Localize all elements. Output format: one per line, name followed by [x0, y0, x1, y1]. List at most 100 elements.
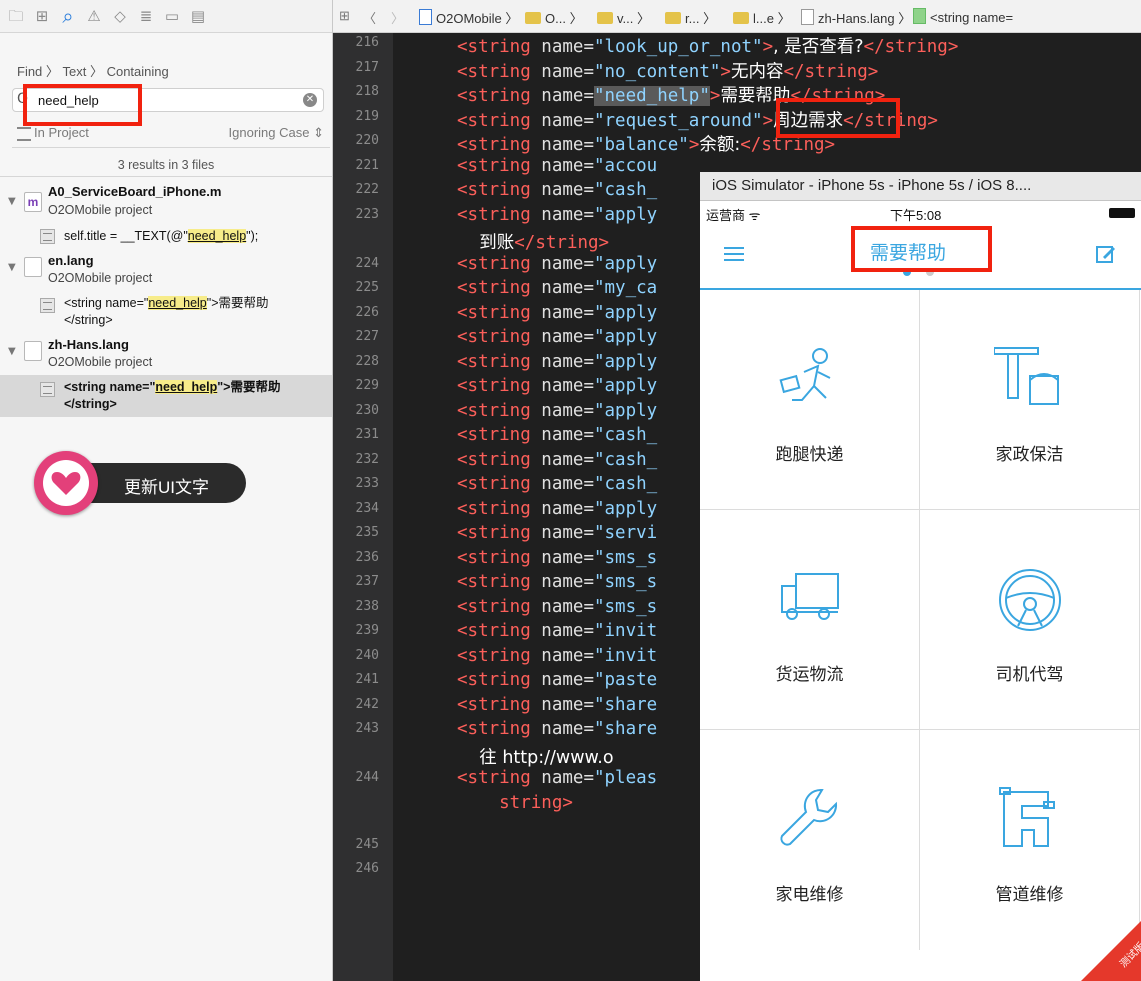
code-token-text: 往 http://www.o — [457, 747, 614, 768]
code-line[interactable]: <string name="apply — [457, 205, 657, 225]
code-line[interactable]: 往 http://www.o — [457, 744, 614, 769]
service-housekeeping[interactable]: 家政保洁 — [920, 290, 1140, 510]
simulator-title-bar[interactable]: iOS Simulator - iPhone 5s - iPhone 5s / … — [700, 172, 1141, 201]
jump-item-project[interactable]: O2OMobile 〉 — [419, 8, 518, 27]
code-token-attr: name= — [530, 278, 594, 298]
code-line[interactable]: <string name="apply — [457, 303, 657, 323]
service-appliance-repair[interactable]: 家电维修 — [700, 730, 920, 950]
clear-icon[interactable]: ✕ — [303, 93, 317, 107]
line-icon — [40, 229, 55, 244]
breakpoint-icon[interactable]: ▭ — [162, 6, 182, 26]
code-line[interactable]: 到账</string> — [457, 229, 609, 254]
result-file-name[interactable]: en.lang — [48, 253, 94, 268]
code-line[interactable]: <string name="apply — [457, 254, 657, 274]
code-token-text: 到账 — [457, 233, 515, 253]
line-number: 228 — [355, 353, 379, 369]
back-icon[interactable]: 〈 — [363, 8, 376, 27]
result-project: O2OMobile project — [48, 271, 153, 285]
code-token-open: <string — [457, 351, 531, 372]
code-line[interactable]: <string name="apply — [457, 327, 657, 347]
code-line[interactable]: <string name="apply — [457, 401, 657, 421]
disclosure-triangle-icon[interactable]: ▼ — [8, 262, 16, 273]
search-icon[interactable]: ⌕ — [58, 6, 78, 26]
code-token-val: "need_help" — [593, 86, 710, 106]
jump-item-group[interactable]: v... 〉 — [597, 8, 650, 27]
service-driver[interactable]: 司机代驾 — [920, 510, 1140, 730]
code-token-val: "apply — [593, 498, 658, 519]
service-errand[interactable]: 跑腿快递 — [700, 290, 920, 510]
symbol-navigator-icon[interactable]: ⊞ — [32, 6, 52, 26]
forward-icon[interactable]: 〉 — [391, 8, 404, 27]
code-line[interactable]: <string name="cash_ — [457, 474, 657, 494]
code-token-open: <string — [457, 253, 531, 274]
jump-item-symbol[interactable]: <string name= — [913, 8, 1013, 25]
code-token-attr: name= — [530, 449, 594, 470]
warning-icon[interactable]: ⚠ — [84, 6, 104, 26]
code-line[interactable]: <string name="sms_s — [457, 548, 657, 568]
code-line[interactable]: <string name="apply — [457, 499, 657, 519]
update-ui-text-button[interactable]: 更新UI文字 — [34, 451, 246, 515]
service-plumbing[interactable]: 管道维修 — [920, 730, 1140, 950]
battery-icon — [1109, 208, 1135, 218]
result-file-name[interactable]: A0_ServiceBoard_iPhone.m — [48, 184, 221, 199]
code-line[interactable]: <string name="accou — [457, 156, 657, 176]
line-number: 223 — [355, 206, 379, 222]
result-match[interactable]: self.title = __TEXT(@"need_help"); — [64, 228, 258, 245]
jump-item-group[interactable]: O... 〉 — [525, 8, 583, 27]
code-line[interactable]: string> — [457, 793, 573, 813]
find-breadcrumb[interactable]: Find 〉 Text 〉 Containing — [17, 61, 169, 80]
code-line[interactable]: <string name="no_content">无内容</string> — [457, 58, 878, 83]
code-token-open: <string — [457, 498, 531, 519]
steering-wheel-icon — [999, 569, 1061, 631]
code-line[interactable]: <string name="paste — [457, 670, 657, 690]
folder-icon[interactable]: 🗀 — [6, 6, 26, 26]
code-line[interactable]: <string name="apply — [457, 376, 657, 396]
code-line[interactable]: <string name="pleas — [457, 768, 657, 788]
jump-item-file[interactable]: zh-Hans.lang 〉 — [801, 8, 911, 27]
result-match[interactable]: <string name="need_help">需要帮助 </string> — [64, 379, 280, 413]
code-line[interactable]: <string name="invit — [457, 646, 657, 666]
case-option[interactable]: Ignoring Case ⇕ — [229, 125, 324, 141]
debug-icon[interactable]: ≣ — [136, 6, 156, 26]
jump-item-group[interactable]: r... 〉 — [665, 8, 716, 27]
code-token-close: </string> — [783, 61, 879, 82]
code-line[interactable]: <string name="cash_ — [457, 450, 657, 470]
line-number: 230 — [355, 402, 379, 418]
scope-option[interactable]: In Project — [17, 125, 89, 141]
code-line[interactable]: <string name="my_ca — [457, 278, 657, 298]
code-token-open: <string — [457, 694, 531, 715]
disclosure-triangle-icon[interactable]: ▼ — [8, 196, 16, 207]
code-line[interactable]: <string name="share — [457, 695, 657, 715]
code-token-val: "my_ca — [593, 278, 658, 298]
test-icon[interactable]: ◇ — [110, 6, 130, 26]
jump-item-group[interactable]: l...e 〉 — [733, 8, 791, 27]
log-icon[interactable]: ▤ — [188, 6, 208, 26]
line-icon — [40, 382, 55, 397]
code-line[interactable]: <string name="invit — [457, 621, 657, 641]
code-line[interactable]: <string name="sms_s — [457, 597, 657, 617]
result-match[interactable]: <string name="need_help">需要帮助 </string> — [64, 295, 269, 329]
code-line[interactable]: <string name="cash_ — [457, 425, 657, 445]
find-navigator: 🗀 ⊞ ⌕ ⚠ ◇ ≣ ▭ ▤ Find 〉 Text 〉 Containing… — [0, 0, 333, 981]
service-freight[interactable]: 货运物流 — [700, 510, 920, 730]
code-token-val: "apply — [593, 400, 658, 421]
result-file-name[interactable]: zh-Hans.lang — [48, 337, 129, 352]
result-project: O2OMobile project — [48, 203, 153, 217]
code-line[interactable]: <string name="sms_s — [457, 572, 657, 592]
code-line[interactable]: <string name="share — [457, 719, 657, 739]
code-token-val: "servi — [593, 523, 658, 543]
code-line[interactable]: <string name="cash_ — [457, 180, 657, 200]
disclosure-triangle-icon[interactable]: ▼ — [8, 346, 16, 357]
code-token-attr: name= — [530, 253, 594, 274]
function-icon — [913, 8, 926, 24]
code-line[interactable]: <string name="look_up_or_not">, 是否查看?</s… — [457, 33, 958, 58]
menu-icon[interactable] — [724, 246, 744, 262]
line-number: 241 — [355, 672, 379, 687]
code-line[interactable]: <string name="apply — [457, 352, 657, 372]
code-line[interactable]: <string name="servi — [457, 523, 657, 543]
code-token-val: "apply — [593, 253, 658, 274]
compose-icon[interactable] — [1096, 244, 1116, 264]
grid-icon[interactable]: ⊞ — [339, 8, 350, 24]
code-token-close: </string> — [740, 135, 836, 155]
code-token-open: <string — [457, 400, 531, 421]
